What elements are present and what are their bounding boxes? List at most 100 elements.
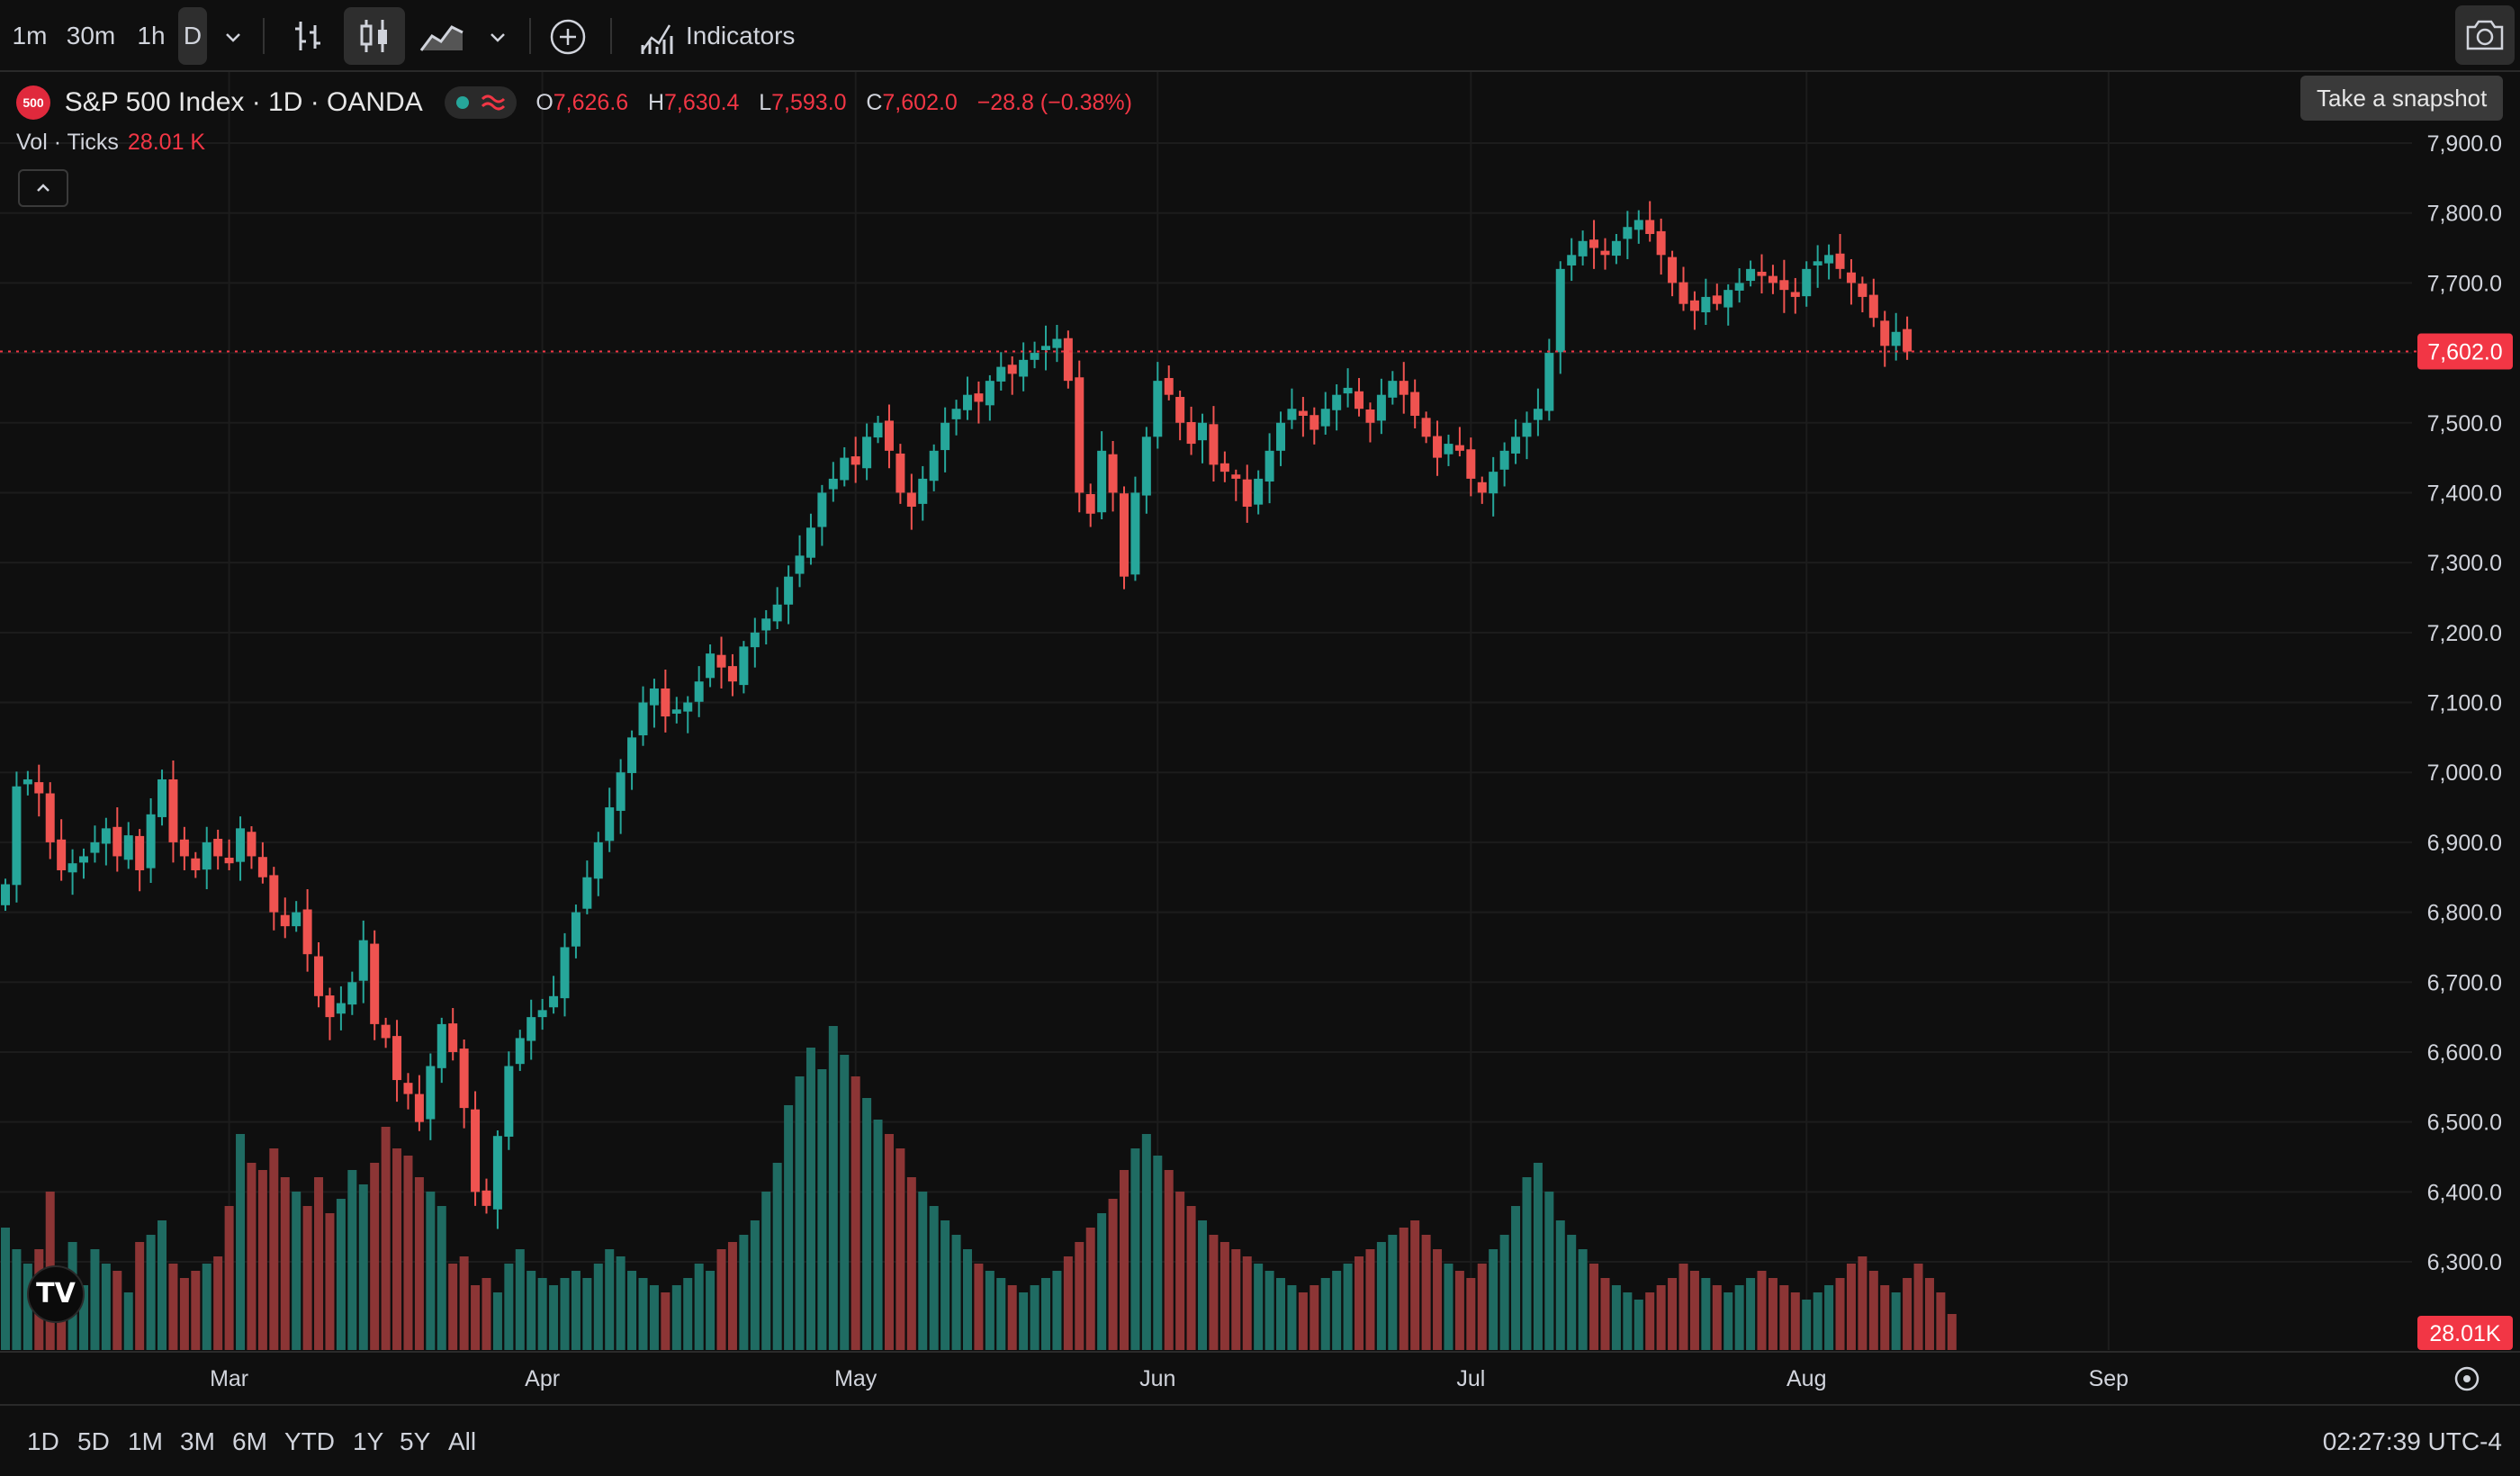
- market-status-badge[interactable]: [444, 86, 517, 119]
- candle-body: [795, 555, 805, 574]
- interval-1m-button[interactable]: 1m: [9, 0, 50, 72]
- range-3m-button[interactable]: 3M: [180, 1406, 215, 1476]
- volume-bar: [1220, 1242, 1229, 1350]
- candle-body: [492, 1136, 502, 1210]
- range-1d-button[interactable]: 1D: [27, 1406, 59, 1476]
- volume-bar: [280, 1177, 290, 1350]
- add-symbol-icon[interactable]: [549, 18, 587, 56]
- volume-bar: [1421, 1235, 1431, 1350]
- volume-bar: [269, 1148, 279, 1350]
- candle-body: [1689, 300, 1699, 311]
- candle-body: [1254, 478, 1264, 505]
- indicators-label: Indicators: [686, 22, 796, 50]
- volume-bar: [1108, 1199, 1118, 1350]
- volume-bar: [1376, 1242, 1386, 1350]
- price-tick-label: 6,400.0: [2427, 1180, 2502, 1205]
- last-price-label: 7,602.0: [2427, 340, 2502, 365]
- candle-body: [1220, 463, 1229, 472]
- range-1y-button[interactable]: 1Y: [353, 1406, 383, 1476]
- chevron-down-icon[interactable]: [488, 27, 508, 47]
- volume-bar: [1097, 1213, 1107, 1350]
- volume-bar: [1880, 1285, 1890, 1350]
- candle-body: [1746, 268, 1756, 282]
- range-6m-button[interactable]: 6M: [232, 1406, 267, 1476]
- volume-bar: [1499, 1235, 1509, 1350]
- candle-body: [582, 877, 592, 909]
- chevron-down-icon[interactable]: [223, 27, 243, 47]
- candle-body: [1555, 268, 1565, 353]
- interval-1h-button[interactable]: 1h: [131, 0, 171, 72]
- candle-body: [146, 814, 156, 868]
- candle-body: [90, 842, 100, 853]
- candle-body: [627, 737, 637, 773]
- range-1m-button[interactable]: 1M: [128, 1406, 163, 1476]
- area-chart-icon[interactable]: [418, 16, 466, 56]
- volume-bar: [1052, 1271, 1062, 1350]
- candle-body: [884, 420, 894, 451]
- volume-bar: [257, 1170, 267, 1350]
- price-tick-label: 6,500.0: [2427, 1111, 2502, 1136]
- candles-style-button[interactable]: [344, 7, 405, 65]
- volume-bar: [471, 1285, 481, 1350]
- volume-bar: [1511, 1206, 1521, 1350]
- price-tick-label: 6,600.0: [2427, 1040, 2502, 1066]
- time-tick-label: Jun: [1139, 1366, 1175, 1391]
- collapse-legend-button[interactable]: [18, 169, 68, 207]
- range-all-button[interactable]: All: [448, 1406, 476, 1476]
- clock-timezone[interactable]: 02:27:39 UTC-4: [2323, 1406, 2502, 1476]
- range-5d-button[interactable]: 5D: [77, 1406, 110, 1476]
- volume-bar: [12, 1249, 22, 1350]
- interval-d-button[interactable]: D: [178, 7, 207, 65]
- volume-bar: [224, 1206, 234, 1350]
- volume-legend[interactable]: Vol · Ticks 28.01 K: [16, 130, 205, 156]
- volume-bar: [436, 1206, 446, 1350]
- candle-body: [213, 839, 223, 857]
- volume-bar: [1701, 1278, 1711, 1350]
- volume-bar: [784, 1105, 794, 1350]
- gear-center: [2463, 1375, 2470, 1382]
- high-key: H: [647, 89, 665, 115]
- price-tick-label: 7,800.0: [2427, 202, 2502, 227]
- candle-body: [257, 857, 267, 878]
- volume-bar: [649, 1285, 659, 1350]
- candle-body: [918, 478, 928, 504]
- candle-body: [168, 778, 178, 842]
- volume-bar: [302, 1206, 312, 1350]
- candle-body: [1075, 377, 1084, 493]
- candle-body: [1813, 261, 1822, 266]
- chart-settings-icon[interactable]: [2454, 1366, 2480, 1391]
- volume-bar: [1689, 1271, 1699, 1350]
- candle-body: [1600, 250, 1610, 256]
- volume-bar: [1120, 1170, 1129, 1350]
- toolbar-divider: [610, 18, 612, 54]
- price-tick-label: 7,200.0: [2427, 621, 2502, 646]
- interval-30m-button[interactable]: 30m: [65, 0, 117, 72]
- candle-body: [515, 1038, 525, 1065]
- tradingview-logo[interactable]: TV: [27, 1265, 85, 1323]
- snapshot-button[interactable]: [2455, 5, 2515, 65]
- candle-body: [683, 702, 693, 712]
- candle-body: [1320, 409, 1330, 427]
- candle-body: [1858, 284, 1868, 297]
- price-tick-label: 6,900.0: [2427, 831, 2502, 856]
- range-ytd-button[interactable]: YTD: [284, 1406, 335, 1476]
- candle-body: [325, 995, 335, 1018]
- candle-body: [1421, 418, 1431, 437]
- indicators-button[interactable]: Indicators: [635, 0, 815, 72]
- candle-body: [123, 835, 133, 860]
- volume-bar: [482, 1278, 491, 1350]
- camera-icon: [2466, 20, 2504, 50]
- bar-chart-style-icon[interactable]: [288, 16, 328, 56]
- candle-body: [202, 842, 212, 870]
- price-chart[interactable]: 6,300.0 6,400.0 6,500.0 6,600.0 6,700.0 6,800…: [0, 72, 2520, 1404]
- candle-body: [482, 1190, 491, 1206]
- candle-body: [1578, 240, 1588, 256]
- candle-body: [68, 863, 77, 873]
- symbol-title[interactable]: S&P 500 Index · 1D · OANDA: [65, 85, 423, 121]
- candle-body: [840, 457, 850, 481]
- range-5y-button[interactable]: 5Y: [400, 1406, 430, 1476]
- volume-bar: [426, 1192, 436, 1350]
- volume-bar: [168, 1264, 178, 1350]
- toolbar-divider: [529, 18, 531, 54]
- volume-bar: [1320, 1278, 1330, 1350]
